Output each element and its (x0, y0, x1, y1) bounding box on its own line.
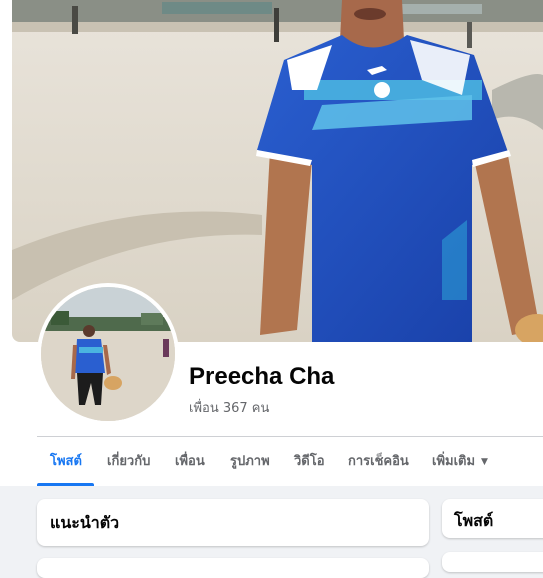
friends-count[interactable]: เพื่อน 367 คน (189, 397, 269, 418)
tab-photos-label: รูปภาพ (230, 454, 270, 469)
tab-about[interactable]: เกี่ยวกับ (107, 437, 150, 486)
chevron-down-icon: ▼ (481, 457, 488, 467)
details-card (37, 558, 429, 578)
tab-checkins[interactable]: การเช็คอิน (348, 437, 409, 486)
tab-posts-label: โพสต์ (50, 454, 82, 469)
avatar[interactable] (41, 287, 175, 421)
tab-videos-label: วิดีโอ (294, 454, 325, 469)
profile-tabs: โพสต์ เกี่ยวกับ เพื่อน รูปภาพ วิดีโอ การ… (37, 437, 543, 486)
tab-checkins-label: การเช็คอิน (348, 454, 409, 469)
profile-header: Preecha Cha เพื่อน 367 คน โพสต์ เกี่ยวกั… (0, 0, 543, 486)
profile-name: Preecha Cha (189, 363, 335, 390)
post-card (442, 552, 543, 572)
posts-card: โพสต์ (442, 499, 543, 538)
profile-picture-frame (37, 283, 179, 425)
tab-friends-label: เพื่อน (175, 454, 205, 469)
tab-photos[interactable]: รูปภาพ (230, 437, 270, 486)
tab-more[interactable]: เพิ่มเติม ▼ (432, 437, 488, 486)
tab-videos[interactable]: วิดีโอ (294, 437, 325, 486)
tab-more-label: เพิ่มเติม (432, 454, 476, 469)
posts-card-title: โพสต์ (454, 511, 494, 530)
intro-card-title: แนะนำตัว (50, 513, 120, 532)
tab-friends[interactable]: เพื่อน (175, 437, 205, 486)
active-tab-indicator (37, 483, 94, 486)
tab-about-label: เกี่ยวกับ (107, 454, 151, 469)
tab-posts[interactable]: โพสต์ (50, 437, 82, 486)
intro-card: แนะนำตัว (37, 499, 429, 546)
